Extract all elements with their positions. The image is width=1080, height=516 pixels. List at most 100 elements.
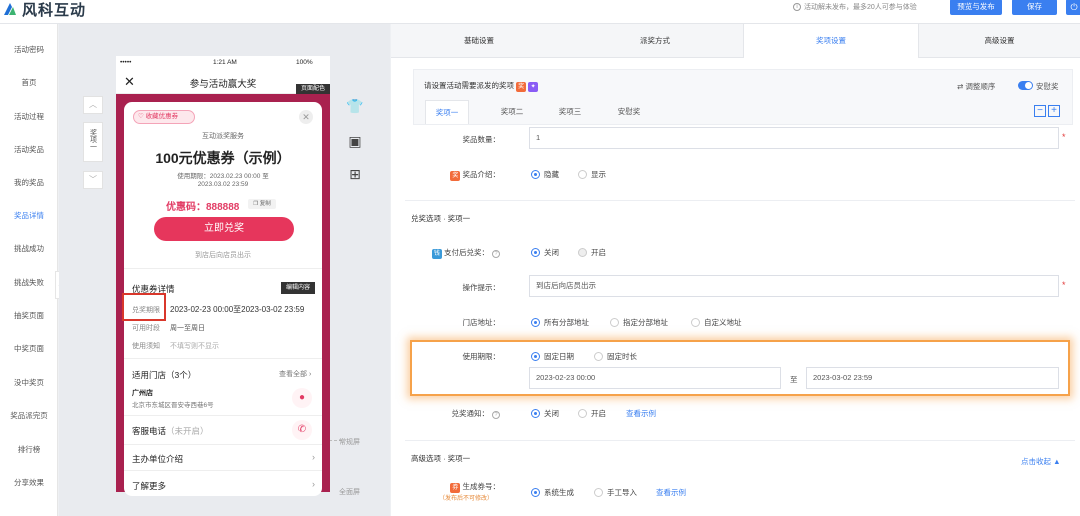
status-bar: ••••• 1:21 AM 100%: [116, 56, 330, 70]
redeem-code: 优惠码：888888: [166, 202, 240, 213]
favorite-coupon-label: 收藏优惠券: [145, 113, 179, 120]
sidebar-item[interactable]: 抽奖页面: [0, 310, 58, 321]
add-prize-button[interactable]: +: [1048, 105, 1060, 117]
sidebar-item[interactable]: 活动过程: [0, 111, 58, 122]
logo-text: 风科互动: [22, 1, 87, 19]
prev-prize-button[interactable]: ︿: [83, 96, 103, 114]
radio-checked-icon: [531, 318, 540, 327]
radio-checked-icon: [531, 170, 540, 179]
divider: [124, 444, 322, 445]
help-icon[interactable]: ?: [492, 250, 500, 258]
phone-icon[interactable]: ✆: [292, 420, 312, 440]
location-icon[interactable]: ●: [292, 388, 312, 408]
remove-prize-button[interactable]: −: [1034, 105, 1046, 117]
notify-on-radio[interactable]: 开启: [578, 408, 606, 419]
sidebar-item[interactable]: 我的奖品: [0, 177, 58, 188]
subtab-prize-2[interactable]: 奖项二: [490, 100, 534, 124]
coupon-example-link[interactable]: 查看示例: [656, 487, 686, 498]
chevron-right-icon: ›: [312, 479, 315, 489]
full-screen-label: 全面屏: [339, 489, 360, 496]
logo: 风科互动: [2, 0, 86, 21]
sidebar-item[interactable]: 分享效果: [0, 477, 58, 488]
sidebar-item[interactable]: 挑战成功: [0, 243, 58, 254]
consolation-toggle[interactable]: [1018, 81, 1033, 90]
learn-more[interactable]: 了解更多: [132, 480, 166, 492]
sidebar-item[interactable]: 没中奖页: [0, 377, 58, 388]
tip-input[interactable]: 到店后向店员出示: [529, 275, 1059, 297]
power-icon[interactable]: ⏻: [1066, 0, 1080, 15]
advanced-section-title: 高级选项 · 奖项一: [411, 454, 471, 463]
notify-off-radio[interactable]: 关闭: [531, 408, 559, 419]
next-prize-button[interactable]: ﹀: [83, 171, 103, 189]
quantity-label: 奖品数量：: [462, 135, 501, 144]
pay-on-radio[interactable]: 开启: [578, 247, 606, 258]
avail-label: 可用时段: [132, 325, 160, 332]
sidebar-item[interactable]: 中奖页面: [0, 343, 58, 354]
intro-show-label: 显示: [591, 170, 606, 179]
reorder-button[interactable]: ⇄ 调整顺序: [957, 81, 995, 92]
store-custom-radio[interactable]: 自定义地址: [691, 317, 742, 328]
highlight-box: [122, 293, 166, 321]
view-all-link[interactable]: 查看全部 ›: [279, 369, 311, 379]
sidebar-item[interactable]: 奖品详情: [0, 210, 58, 221]
sidebar-item[interactable]: 活动密码: [0, 44, 58, 55]
top-bar: [0, 0, 1080, 24]
coupon-hint: （发布后不可修改）: [439, 496, 494, 502]
prize-tab[interactable]: 奖项一: [83, 122, 103, 162]
period-fixed-length-radio[interactable]: 固定时长: [594, 351, 637, 362]
coupon-manual-radio[interactable]: 手工导入: [594, 487, 637, 498]
period-fixed-date-radio[interactable]: 固定日期: [531, 351, 574, 362]
help-icon[interactable]: ?: [492, 411, 500, 419]
subtab-prize-3[interactable]: 奖项三: [548, 100, 592, 124]
save-button[interactable]: 保存: [1012, 0, 1057, 15]
quantity-input[interactable]: 1: [529, 127, 1059, 149]
intro-show-radio[interactable]: 显示: [578, 169, 606, 180]
sidebar-item[interactable]: 挑战失败: [0, 277, 58, 288]
radio-checked-icon: [531, 488, 540, 497]
subtab-prize-1[interactable]: 奖项一: [425, 100, 469, 124]
store-some-label: 指定分部地址: [623, 318, 668, 327]
service-phone-label: 客服电话: [132, 426, 167, 436]
normal-screen-label: 常规屏: [339, 439, 360, 446]
collapse-link[interactable]: 点击收起 ▲: [1021, 456, 1061, 467]
sidebar-item[interactable]: 首页: [0, 77, 58, 88]
tab-basic[interactable]: 基础设置: [391, 24, 567, 58]
logo-icon: [4, 3, 16, 15]
page-tool-icon[interactable]: ▣: [345, 131, 365, 151]
sidebar-item[interactable]: 奖品派完页: [0, 410, 58, 421]
sidebar-item[interactable]: 活动奖品: [0, 144, 58, 155]
validity-line1: 使用期限：2023.02.23 00:00 至: [177, 173, 269, 180]
sponsor-intro[interactable]: 主办单位介绍: [132, 453, 183, 465]
period-end-input[interactable]: 2023-03-02 23:59: [806, 367, 1059, 389]
stores-title: 适用门店（3个）: [132, 370, 197, 380]
copy-button[interactable]: ❐ 复制: [248, 199, 276, 209]
store-all-radio[interactable]: 所有分部地址: [531, 317, 589, 328]
tab-prize-settings[interactable]: 奖项设置: [743, 24, 919, 58]
qrcode-icon[interactable]: ⊞: [345, 164, 365, 184]
theme-tool-icon[interactable]: 👕: [345, 96, 365, 116]
tab-dispatch[interactable]: 派奖方式: [567, 24, 743, 58]
notify-label: 兑奖通知：?: [400, 408, 500, 419]
publish-notice: i 活动解未发布，最多20人可参与体验: [793, 2, 917, 12]
preview-publish-button[interactable]: 预览与发布: [950, 0, 1002, 15]
tab-advanced[interactable]: 高级设置: [919, 24, 1080, 58]
pay-icon: 钱: [431, 249, 442, 259]
card-close-icon[interactable]: ✕: [299, 110, 313, 124]
store-name: 广州店: [132, 390, 153, 397]
pay-off-radio[interactable]: 关闭: [531, 247, 559, 258]
copy-label: 复制: [259, 201, 271, 207]
subtab-consolation[interactable]: 安慰奖: [607, 100, 651, 124]
redeem-now-button[interactable]: 立即兑奖: [154, 217, 294, 241]
intro-hide-radio[interactable]: 隐藏: [531, 169, 559, 180]
prize-tab-label: 奖项一: [89, 129, 97, 150]
required-mark: *: [1062, 132, 1066, 142]
sidebar-item[interactable]: 排行榜: [0, 444, 58, 455]
coupon-system-radio[interactable]: 系统生成: [531, 487, 574, 498]
notify-off-label: 关闭: [544, 409, 559, 418]
radio-icon: [594, 488, 603, 497]
edit-content-button[interactable]: 编辑内容: [281, 282, 315, 294]
notify-example-link[interactable]: 查看示例: [626, 408, 656, 419]
period-start-input[interactable]: 2023-02-23 00:00: [529, 367, 781, 389]
store-some-radio[interactable]: 指定分部地址: [610, 317, 668, 328]
favorite-coupon-tag[interactable]: ♡ 收藏优惠券: [133, 110, 195, 124]
